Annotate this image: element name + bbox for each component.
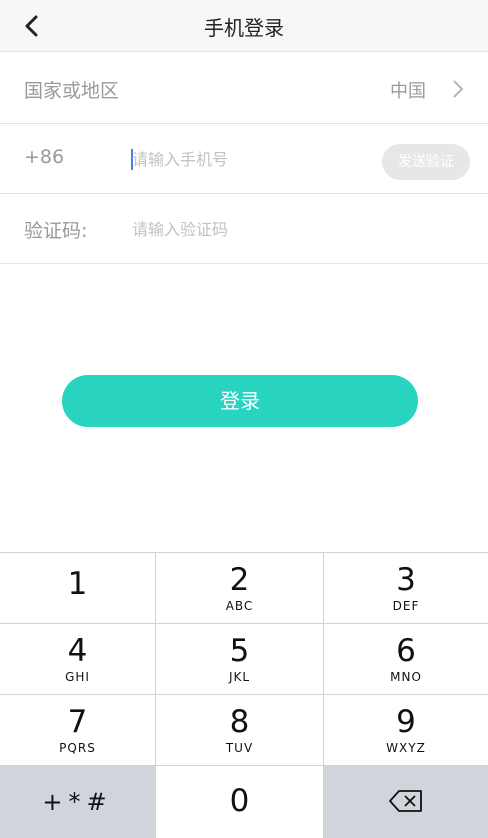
send-code-button[interactable]: 发送验证 [382, 144, 470, 180]
key-4-number: 4 [67, 633, 88, 669]
verification-code-row: 验证码: [0, 196, 488, 264]
key-9-number: 9 [396, 704, 416, 740]
verification-code-input[interactable] [132, 212, 362, 246]
key-4[interactable]: 4 GHI [0, 624, 155, 694]
phone-prefix[interactable]: +86 [24, 146, 64, 168]
key-1[interactable]: 1 [0, 553, 155, 623]
key-6[interactable]: 6 MNO [324, 624, 488, 694]
login-button[interactable]: 登录 [62, 375, 418, 427]
key-0-number: 0 [229, 783, 250, 819]
key-8[interactable]: 8 TUV [156, 695, 323, 765]
key-1-number: 1 [67, 566, 88, 602]
phone-input[interactable] [132, 142, 362, 176]
page-title: 手机登录 [204, 16, 284, 40]
key-3-number: 3 [396, 562, 416, 598]
key-4-letters: GHI [65, 670, 90, 684]
key-2[interactable]: 2 ABC [156, 553, 323, 623]
key-7[interactable]: 7 PQRS [0, 695, 155, 765]
key-8-number: 8 [229, 704, 250, 740]
numeric-keypad: 1 2 ABC 3 DEF 4 GHI 5 JKL 6 MNO 7 PQRS 8… [0, 552, 488, 838]
chevron-right-icon [453, 80, 464, 98]
key-2-number: 2 [229, 562, 250, 598]
country-region-row[interactable]: 国家或地区 中国 [0, 56, 488, 124]
backspace-icon [389, 790, 422, 812]
country-value: 中国 [390, 81, 426, 102]
key-symbols[interactable]: +*# [0, 766, 155, 838]
key-symbols-label: +*# [42, 788, 113, 816]
key-2-letters: ABC [225, 599, 254, 613]
key-5[interactable]: 5 JKL [156, 624, 323, 694]
key-9-letters: WXYZ [386, 741, 426, 755]
key-8-letters: TUV [225, 741, 254, 755]
key-7-letters: PQRS [59, 741, 96, 755]
key-7-number: 7 [67, 704, 88, 740]
key-6-number: 6 [396, 633, 416, 669]
key-delete[interactable] [324, 766, 488, 838]
verification-code-label: 验证码: [24, 220, 88, 242]
country-region-label: 国家或地区 [24, 80, 120, 102]
key-5-number: 5 [229, 633, 250, 669]
navigation-bar: 手机登录 [0, 0, 488, 52]
key-5-letters: JKL [228, 670, 251, 684]
phone-row: +86 发送验证 [0, 126, 488, 194]
key-3[interactable]: 3 DEF [324, 553, 488, 623]
key-6-letters: MNO [390, 670, 422, 684]
key-9[interactable]: 9 WXYZ [324, 695, 488, 765]
key-0[interactable]: 0 [156, 766, 323, 838]
key-3-letters: DEF [392, 599, 420, 613]
